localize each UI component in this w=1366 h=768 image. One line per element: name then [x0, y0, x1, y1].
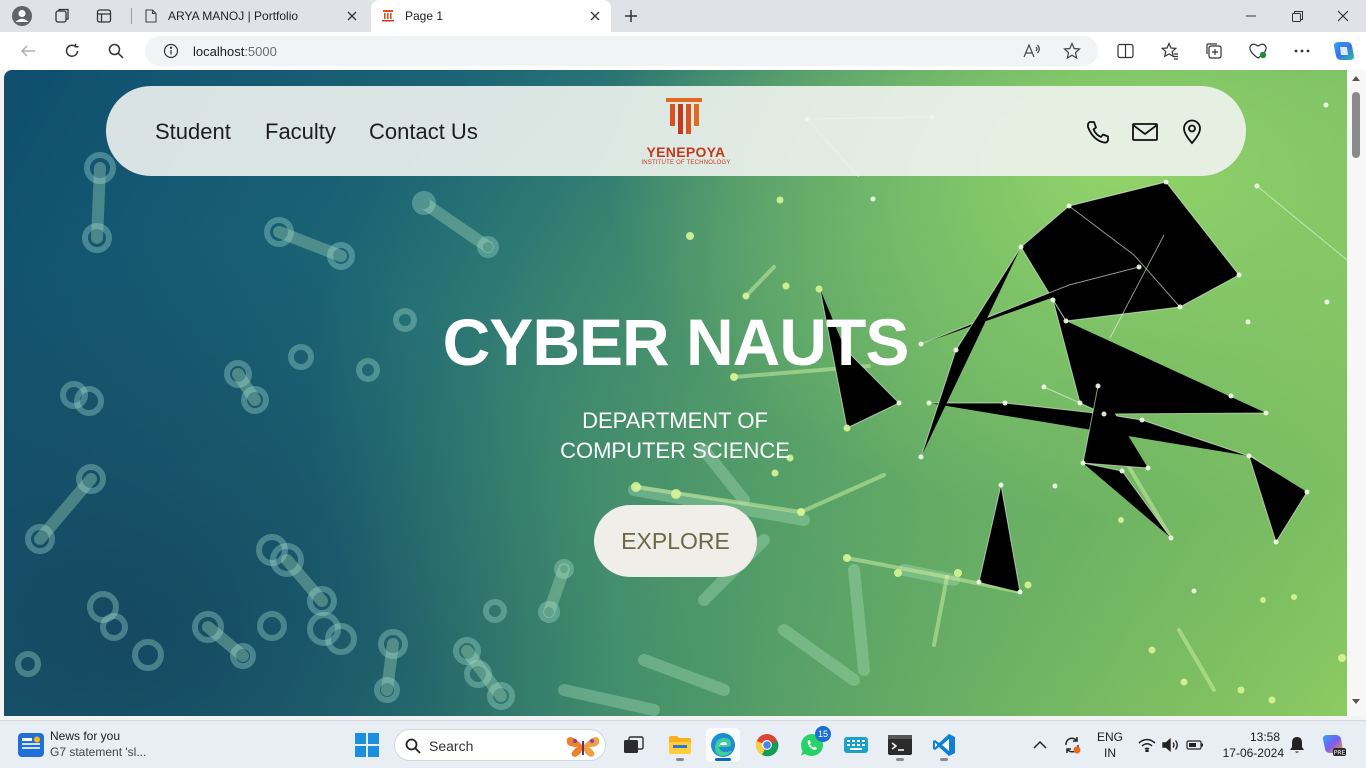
hero-title: CYBER NAUTS: [442, 305, 910, 379]
mail-icon[interactable]: [1131, 119, 1158, 145]
close-tab-icon[interactable]: [587, 8, 603, 24]
split-screen-icon[interactable]: [1111, 37, 1139, 65]
favorite-star-icon[interactable]: [1063, 42, 1081, 65]
url-text[interactable]: localhost:5000: [193, 44, 277, 59]
region-indicator[interactable]: IN: [1094, 746, 1126, 760]
copilot-pre-icon[interactable]: PRE: [1316, 728, 1350, 762]
url-port: :5000: [244, 44, 277, 59]
battery-icon[interactable]: [1184, 728, 1206, 762]
page-viewport: Student Faculty Contact Us YENEPOYA INST…: [4, 70, 1347, 716]
search-icon: [405, 738, 421, 754]
butterfly-icon: [566, 737, 600, 757]
notifications-bell-icon[interactable]: [1286, 728, 1308, 762]
nav-link-faculty[interactable]: Faculty: [265, 119, 336, 145]
tab-separator: [131, 8, 132, 24]
logo-name: YENEPOYA: [646, 144, 726, 160]
nav-link-student[interactable]: Student: [155, 119, 231, 145]
explore-button[interactable]: EXPLORE: [594, 505, 757, 577]
tab-page-1[interactable]: Page 1: [371, 0, 611, 32]
close-tab-icon[interactable]: [344, 8, 360, 24]
tab-actions-icon[interactable]: [90, 4, 118, 28]
volume-icon[interactable]: [1160, 728, 1182, 762]
clock-time[interactable]: 13:58: [1218, 730, 1280, 744]
scroll-down-icon[interactable]: [1351, 698, 1361, 706]
running-indicator: [715, 758, 731, 761]
language-indicator[interactable]: ENG: [1094, 730, 1126, 744]
site-info-icon[interactable]: [163, 43, 179, 64]
new-tab-icon[interactable]: [618, 4, 644, 28]
news-title: News for you: [50, 729, 121, 743]
refresh-icon[interactable]: [58, 37, 86, 65]
running-indicator: [940, 758, 948, 761]
logo-subtitle: INSTITUTE OF TECHNOLOGY: [641, 160, 731, 166]
search-label: Search: [429, 738, 474, 754]
terminal-icon[interactable]: [883, 728, 917, 762]
news-widget[interactable]: News for you G7 statement 'sl...: [14, 727, 194, 763]
news-widget-icon: [18, 733, 44, 757]
page-scrollbar[interactable]: [1347, 70, 1366, 716]
start-button[interactable]: [350, 728, 384, 762]
scroll-up-icon[interactable]: [1351, 74, 1361, 82]
url-host: localhost: [193, 44, 245, 59]
yenepoya-favicon: [381, 9, 395, 23]
file-explorer-icon[interactable]: [663, 728, 697, 762]
top-navigation: Student Faculty Contact Us YENEPOYA INST…: [106, 86, 1246, 176]
favorites-icon[interactable]: [1156, 37, 1184, 65]
running-indicator: [896, 758, 904, 761]
read-aloud-icon[interactable]: [1023, 43, 1041, 64]
back-icon[interactable]: [14, 37, 42, 65]
location-icon[interactable]: [1181, 119, 1207, 145]
taskbar-search[interactable]: Search: [394, 729, 606, 761]
scroll-thumb[interactable]: [1352, 92, 1360, 158]
page-icon: [144, 9, 158, 23]
whatsapp-icon[interactable]: 15: [795, 726, 831, 762]
edge-icon[interactable]: [706, 728, 740, 762]
windows-logo-icon: [355, 733, 379, 757]
vscode-icon[interactable]: [927, 728, 961, 762]
tab-title: Page 1: [405, 9, 444, 23]
browser-tab-bar: ARYA MANOJ | Portfolio Page 1: [0, 0, 1366, 32]
running-indicator: [676, 758, 684, 761]
logo-pillars-icon: [666, 98, 702, 134]
touch-keyboard-icon[interactable]: [839, 728, 873, 762]
windows-taskbar: News for you G7 statement 'sl... Search …: [0, 720, 1366, 768]
browser-essentials-icon[interactable]: [1244, 37, 1272, 65]
notification-badge: 15: [815, 726, 831, 742]
collections-icon[interactable]: [1200, 37, 1228, 65]
address-bar[interactable]: localhost:5000: [145, 36, 1098, 66]
tab-portfolio[interactable]: ARYA MANOJ | Portfolio: [134, 0, 368, 32]
news-headline: G7 statement 'sl...: [50, 745, 147, 759]
tab-title: ARYA MANOJ | Portfolio: [168, 9, 299, 23]
svg-text:PRE: PRE: [1334, 750, 1346, 757]
wifi-icon[interactable]: [1136, 728, 1158, 762]
chrome-icon[interactable]: [750, 728, 784, 762]
restore-icon[interactable]: [1274, 0, 1320, 32]
close-window-icon[interactable]: [1320, 0, 1366, 32]
yenepoya-logo[interactable]: YENEPOYA INSTITUTE OF TECHNOLOGY: [638, 98, 734, 168]
profile-icon[interactable]: [8, 4, 36, 28]
more-menu-icon[interactable]: [1288, 37, 1316, 65]
sync-status-icon[interactable]: [1055, 728, 1089, 762]
browser-toolbar: localhost:5000: [0, 32, 1366, 70]
search-icon[interactable]: [102, 37, 130, 65]
clock-date[interactable]: 17-06-2024: [1212, 746, 1284, 760]
hero-subtitle: DEPARTMENT OF COMPUTER SCIENCE: [560, 408, 790, 463]
task-view-icon[interactable]: [617, 728, 651, 762]
nav-link-contact-us[interactable]: Contact Us: [369, 119, 478, 145]
phone-icon[interactable]: [1085, 119, 1111, 145]
show-hidden-icons-icon[interactable]: [1023, 728, 1057, 762]
workspaces-icon[interactable]: [48, 4, 76, 28]
copilot-icon[interactable]: [1330, 37, 1358, 65]
minimize-icon[interactable]: [1228, 0, 1274, 32]
